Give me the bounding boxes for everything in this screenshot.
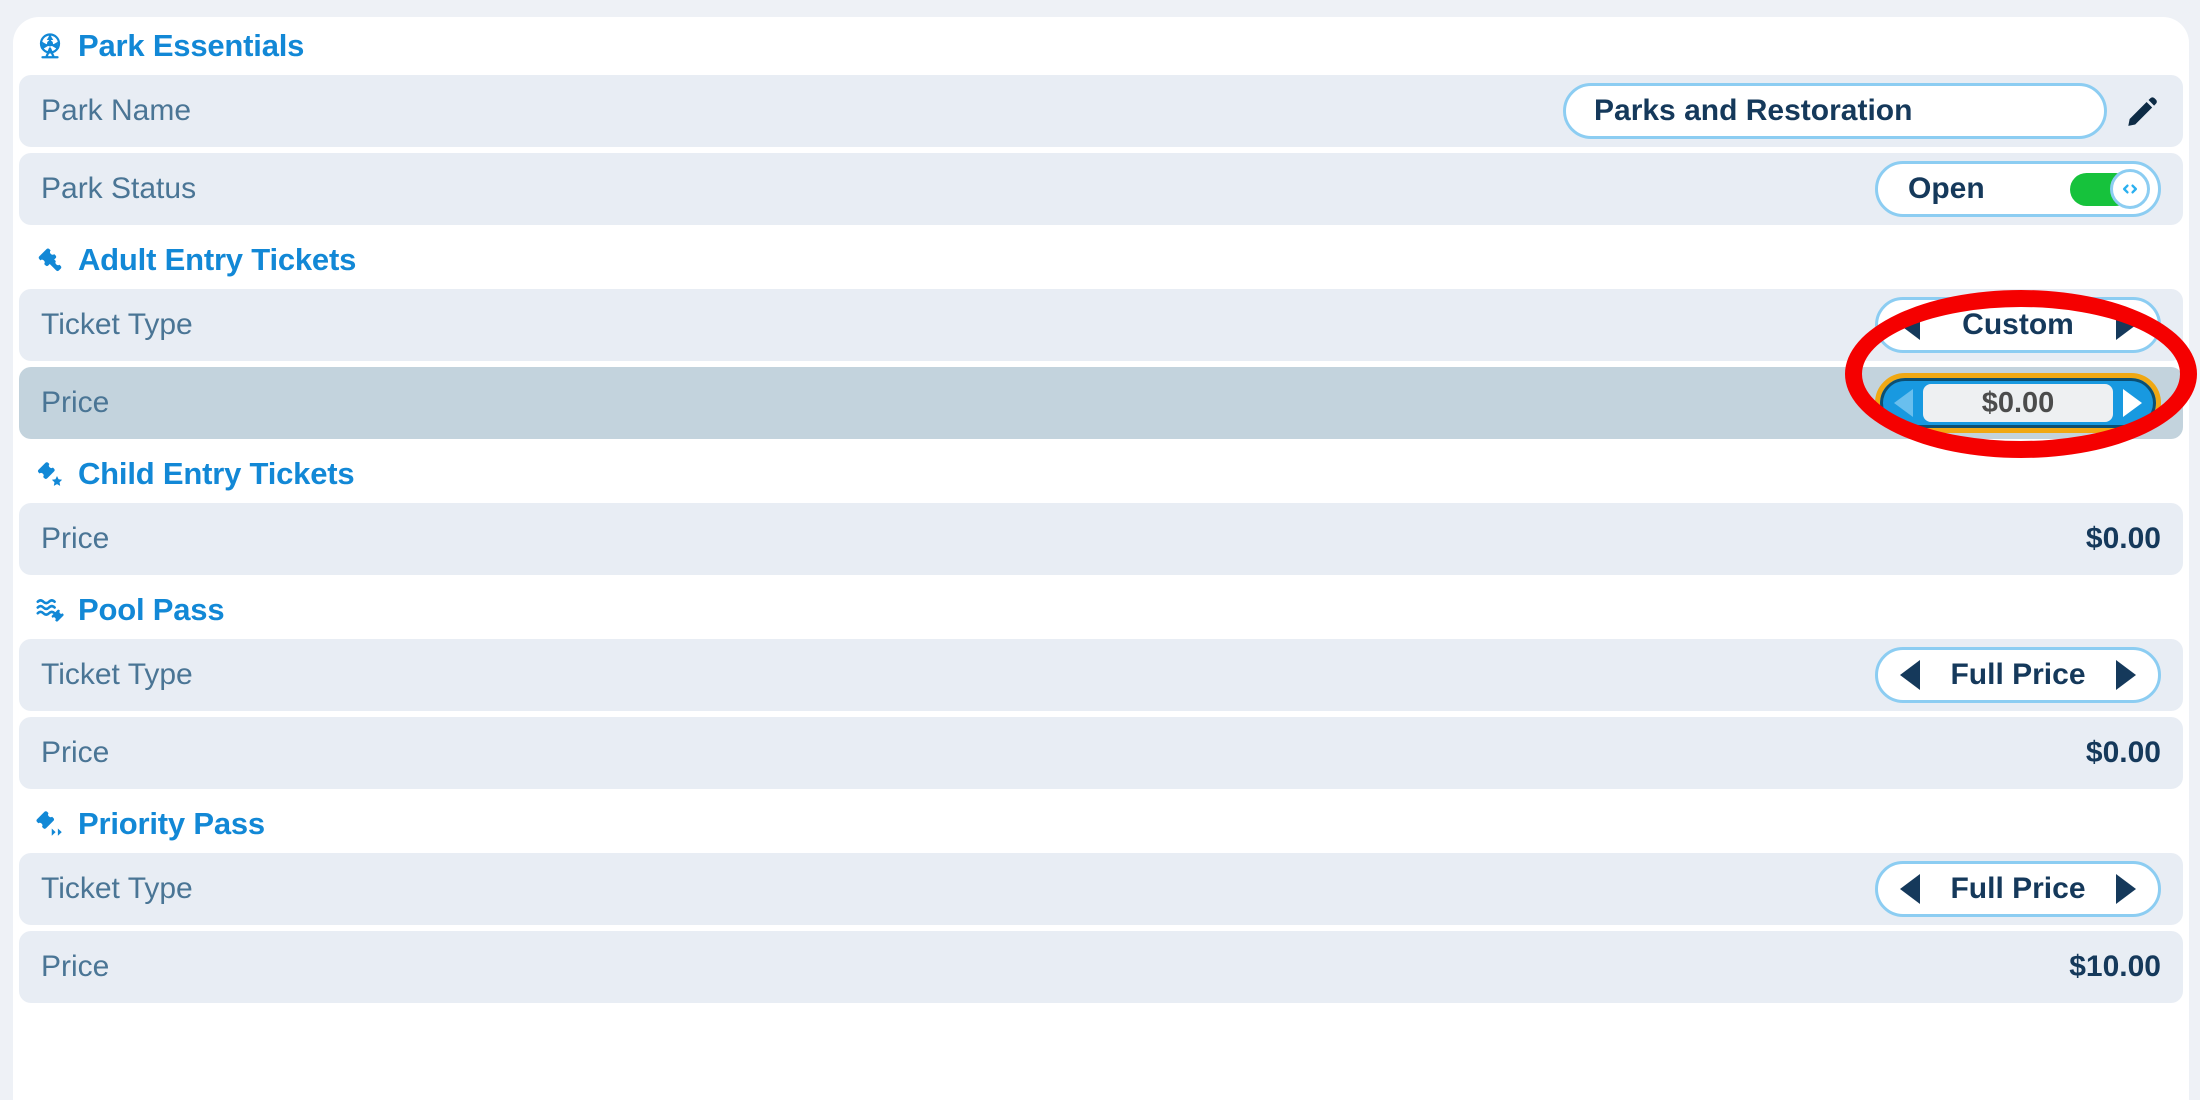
arrow-right-icon[interactable] xyxy=(2116,660,2136,690)
toggle-park-essentials-park-status[interactable]: Open xyxy=(1875,161,2161,217)
arrow-left-icon[interactable] xyxy=(1894,389,1913,417)
row-priority-pass-ticket-type: Ticket Type Full Price xyxy=(19,853,2183,925)
row-label: Ticket Type xyxy=(41,872,193,905)
app-root: Park Essentials Park Name Parks and Restor… xyxy=(0,0,2200,1100)
input-park-essentials-park-name[interactable]: Parks and Restoration xyxy=(1563,83,2107,139)
arrow-left-icon[interactable] xyxy=(1900,310,1920,340)
toggle-switch[interactable] xyxy=(2070,169,2150,209)
section-header-pool-pass: Pool Pass xyxy=(13,581,2189,639)
spinner-value: Custom xyxy=(1962,308,2074,341)
section-header-priority-pass: Priority Pass xyxy=(13,795,2189,853)
row-control-area: Custom xyxy=(1875,289,2183,361)
row-pool-pass-price: Price $0.00 xyxy=(19,717,2183,789)
row-control-area: Open xyxy=(1875,153,2183,225)
section-header-park-essentials: Park Essentials xyxy=(13,17,2189,75)
spinner-adult-entry-tickets-price[interactable]: $0.00 xyxy=(1875,373,2161,433)
row-control-area: $0.00 xyxy=(2086,503,2183,575)
ticket-star-icon xyxy=(35,459,65,489)
row-control-area: $0.00 xyxy=(2086,717,2183,789)
row-label: Park Name xyxy=(41,94,192,127)
spinner-value: Full Price xyxy=(1950,658,2086,691)
textfield-group-park-essentials-park-name: Parks and Restoration xyxy=(1563,83,2161,139)
section-title: Child Entry Tickets xyxy=(78,456,355,491)
row-label: Price xyxy=(41,950,110,983)
ticket-fast-icon xyxy=(35,809,65,839)
row-adult-entry-tickets-ticket-type: Ticket Type Custom xyxy=(19,289,2183,361)
spinner-value: Full Price xyxy=(1950,872,2086,905)
row-label: Park Status xyxy=(41,172,197,205)
settings-list: Park Essentials Park Name Parks and Restor… xyxy=(13,17,2189,1009)
row-value: $0.00 xyxy=(2085,736,2161,769)
row-control-area: Parks and Restoration xyxy=(1563,75,2183,147)
spinner-priority-pass-ticket-type[interactable]: Full Price xyxy=(1875,861,2161,917)
row-adult-entry-tickets-price: Price $0.00 xyxy=(19,367,2183,439)
arrow-right-icon[interactable] xyxy=(2116,874,2136,904)
arrow-left-icon[interactable] xyxy=(1900,660,1920,690)
row-label: Price xyxy=(41,736,110,769)
water-ticket-icon xyxy=(35,595,65,625)
row-child-entry-tickets-price: Price $0.00 xyxy=(19,503,2183,575)
row-value: $10.00 xyxy=(2069,950,2161,983)
row-control-area: Full Price xyxy=(1875,639,2183,711)
row-value: $0.00 xyxy=(2085,522,2161,555)
row-park-essentials-park-name: Park Name Parks and Restoration xyxy=(19,75,2183,147)
arrow-right-icon[interactable] xyxy=(2123,389,2142,417)
section-title: Park Essentials xyxy=(78,28,305,63)
row-label: Price xyxy=(41,522,110,555)
row-priority-pass-price: Price $10.00 xyxy=(19,931,2183,1003)
pencil-icon[interactable] xyxy=(2125,93,2161,129)
code-brackets-icon xyxy=(2110,169,2150,209)
row-control-area: $10.00 xyxy=(2069,931,2183,1003)
ferris-wheel-icon xyxy=(35,31,65,61)
section-title: Adult Entry Tickets xyxy=(78,242,357,277)
spinner-value: $0.00 xyxy=(1981,386,2055,419)
section-title: Priority Pass xyxy=(78,806,265,841)
spinner-adult-entry-tickets-ticket-type[interactable]: Custom xyxy=(1875,297,2161,353)
arrow-left-icon[interactable] xyxy=(1900,874,1920,904)
spinner-pool-pass-ticket-type[interactable]: Full Price xyxy=(1875,647,2161,703)
row-park-essentials-park-status: Park Status Open xyxy=(19,153,2183,225)
row-control-area: $0.00 xyxy=(1875,367,2183,439)
section-title: Pool Pass xyxy=(78,592,225,627)
row-label: Ticket Type xyxy=(41,308,193,341)
ticket-icon xyxy=(35,245,65,275)
arrow-right-icon[interactable] xyxy=(2116,310,2136,340)
toggle-label: Open xyxy=(1908,172,1985,205)
row-control-area: Full Price xyxy=(1875,853,2183,925)
settings-card: Park Essentials Park Name Parks and Restor… xyxy=(13,17,2189,1100)
row-pool-pass-ticket-type: Ticket Type Full Price xyxy=(19,639,2183,711)
row-label: Price xyxy=(41,386,110,419)
section-header-adult-entry-tickets: Adult Entry Tickets xyxy=(13,231,2189,289)
row-label: Ticket Type xyxy=(41,658,193,691)
input-value: Parks and Restoration xyxy=(1594,94,1913,127)
spinner-value-box: $0.00 xyxy=(1923,384,2113,422)
section-header-child-entry-tickets: Child Entry Tickets xyxy=(13,445,2189,503)
